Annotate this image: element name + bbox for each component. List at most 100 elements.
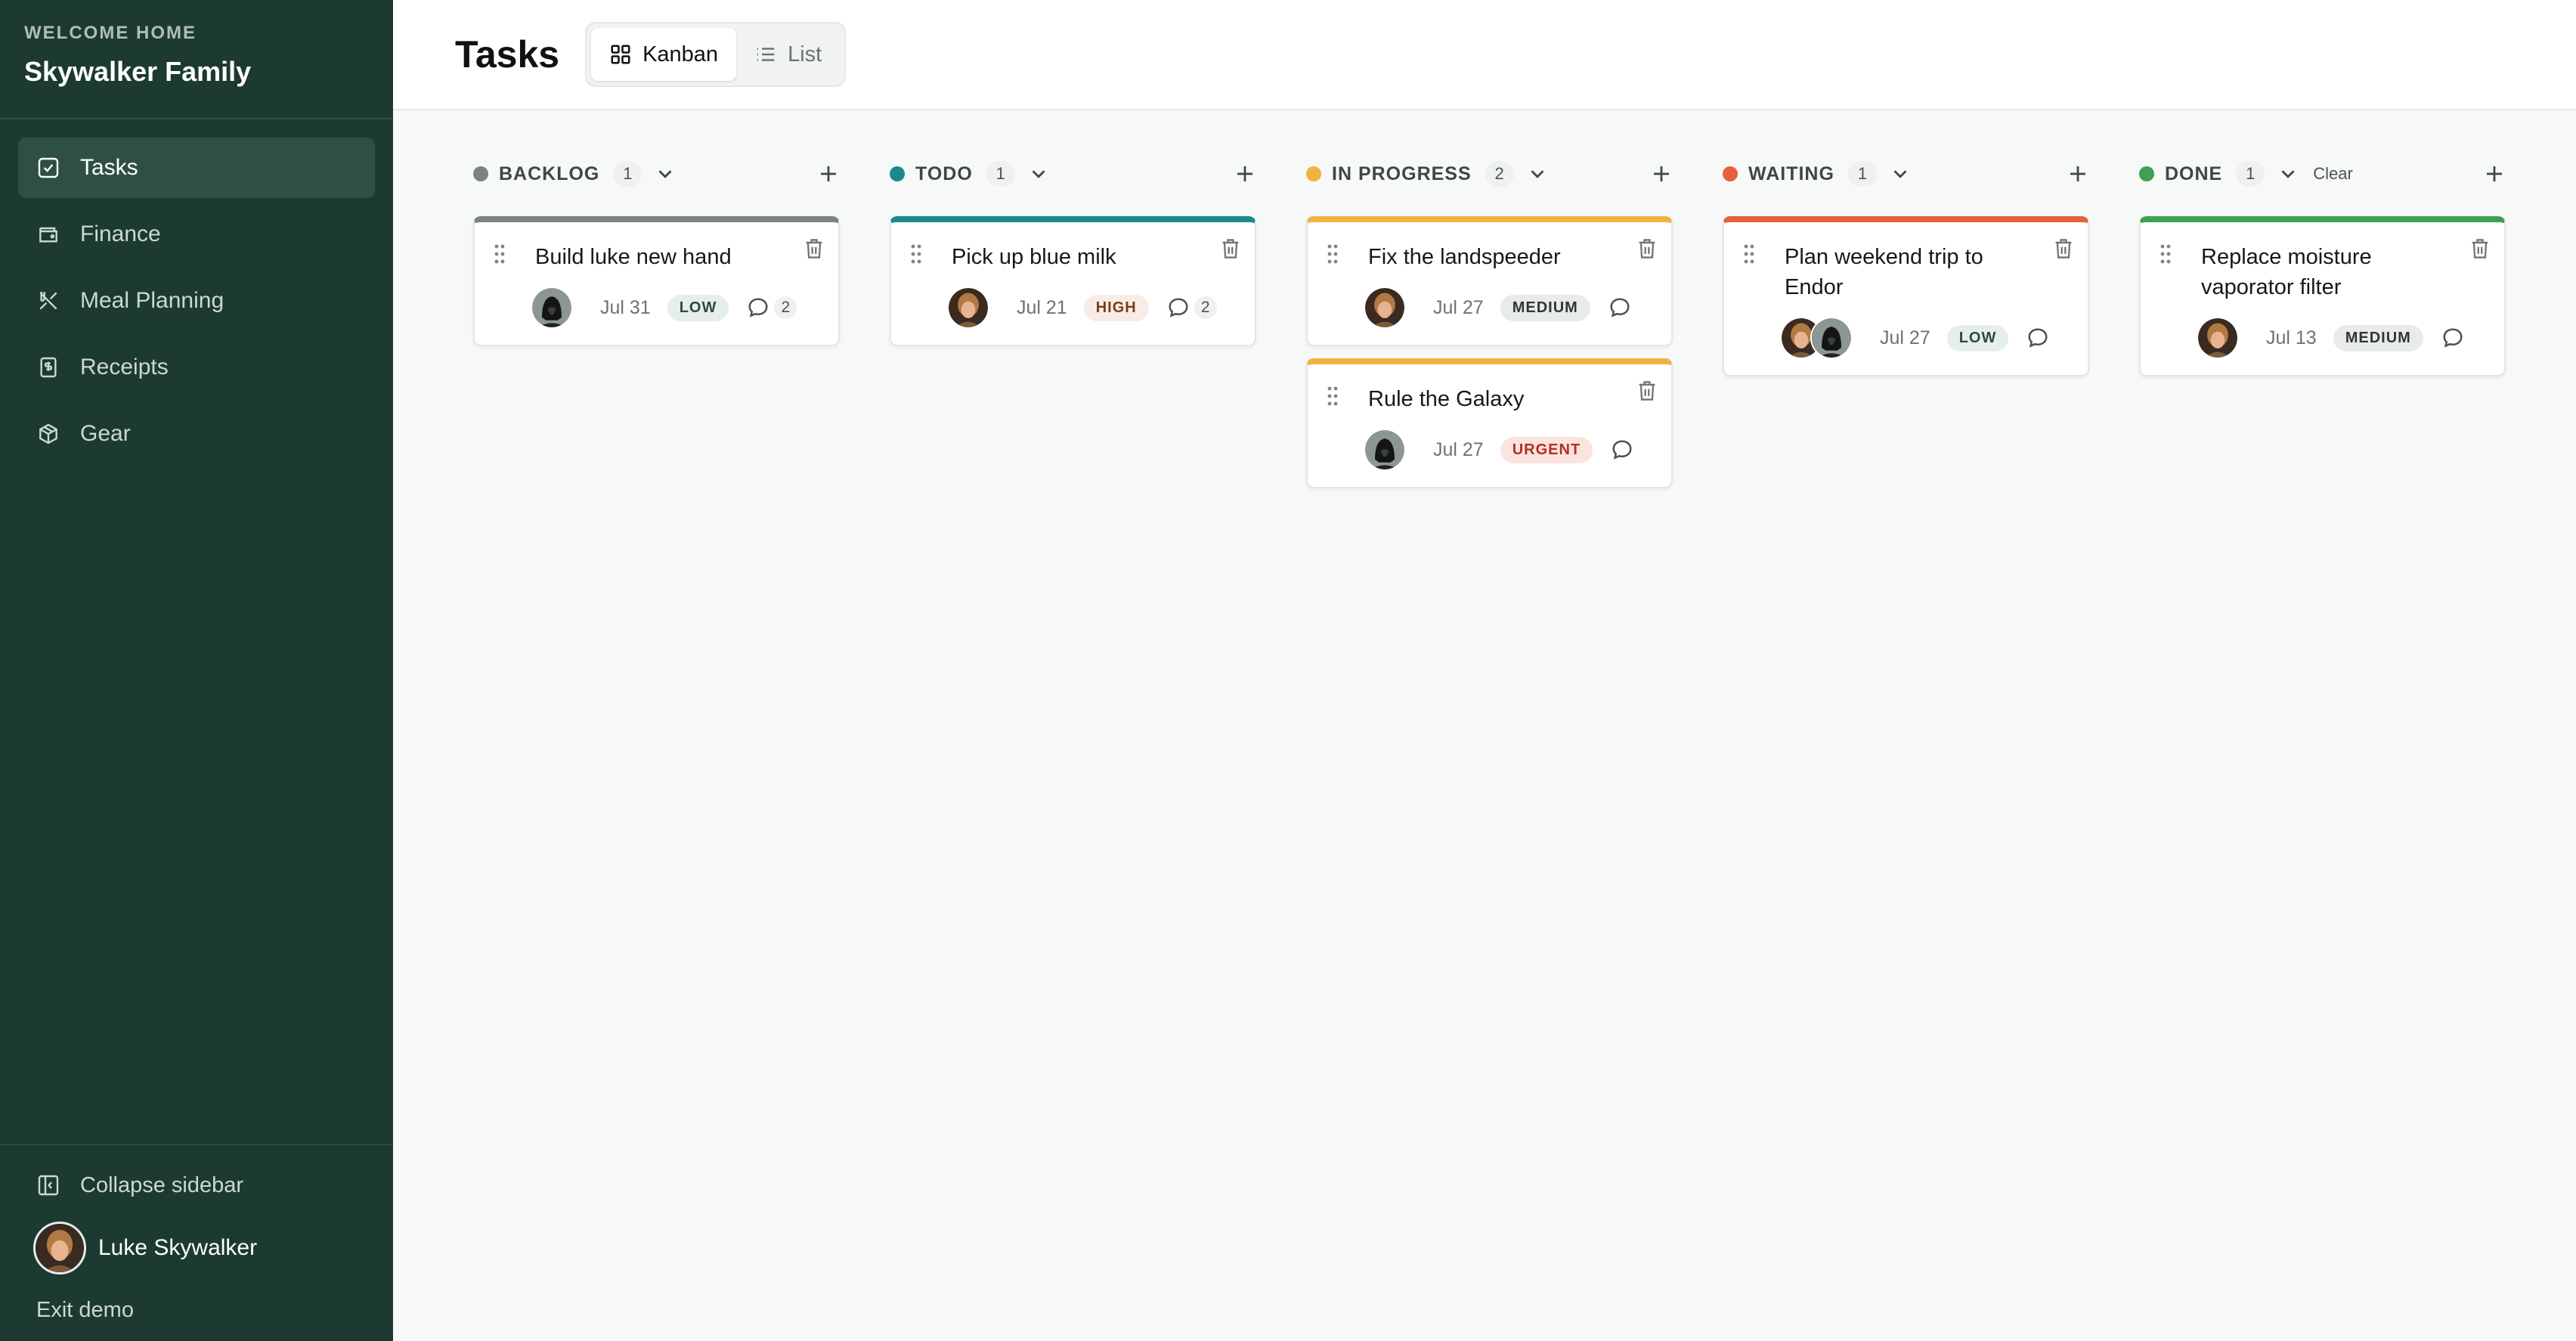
drag-handle-icon[interactable]	[1326, 386, 1339, 407]
trash-icon[interactable]	[803, 237, 825, 260]
task-card[interactable]: Rule the Galaxy Jul 27 URGENT	[1306, 358, 1673, 488]
due-date: Jul 27	[1433, 438, 1484, 460]
assignees	[1780, 317, 1853, 359]
user-profile[interactable]: Luke Skywalker	[18, 1212, 375, 1284]
sidebar-item-tasks[interactable]: Tasks	[18, 138, 375, 198]
kanban-view-button[interactable]: Kanban	[591, 28, 737, 81]
column-count: 1	[613, 161, 642, 187]
chevron-down-icon[interactable]	[1889, 163, 1912, 185]
trash-icon[interactable]	[2053, 237, 2074, 260]
drag-handle-icon[interactable]	[909, 243, 923, 265]
collapse-panel-icon	[38, 1175, 59, 1196]
receipt-icon	[40, 357, 57, 378]
chevron-down-icon[interactable]	[1027, 163, 1050, 185]
sidebar-item-meal-planning[interactable]: Meal Planning	[18, 271, 375, 331]
comments-button[interactable]	[2026, 327, 2049, 349]
column-title: WAITING	[1748, 163, 1834, 184]
add-task-button[interactable]	[1650, 163, 1673, 185]
avatar	[1810, 317, 1853, 359]
task-card[interactable]: Plan weekend trip to Endor Jul 27 LOW	[1723, 216, 2089, 376]
priority-badge: HIGH	[1083, 294, 1149, 321]
task-meta: Jul 27 LOW	[1780, 316, 2073, 360]
due-date: Jul 13	[2266, 327, 2317, 348]
page-title: Tasks	[455, 33, 560, 76]
add-task-button[interactable]	[2483, 163, 2506, 185]
sidebar-item-finance[interactable]: Finance	[18, 204, 375, 265]
comments-button[interactable]: 2	[747, 296, 797, 319]
sidebar-item-label: Meal Planning	[80, 288, 224, 313]
family-name: Skywalker Family	[24, 56, 252, 87]
sidebar-item-receipts[interactable]: Receipts	[18, 337, 375, 398]
priority-badge: LOW	[667, 294, 729, 321]
avatar	[2197, 317, 2239, 359]
sidebar-nav: Tasks Finance Meal Planning Receipts Gea…	[0, 119, 393, 488]
task-meta: Jul 31 LOW 2	[531, 286, 823, 330]
comment-icon	[747, 296, 769, 319]
priority-badge: LOW	[1946, 324, 2009, 352]
drag-handle-icon[interactable]	[1742, 243, 1756, 265]
sidebar-item-gear[interactable]: Gear	[18, 404, 375, 464]
comments-button[interactable]	[2441, 327, 2464, 349]
comment-icon	[2441, 327, 2464, 349]
clear-done-button[interactable]: Clear	[2313, 164, 2353, 184]
status-dot	[1723, 166, 1738, 181]
assignees	[947, 286, 989, 329]
drag-handle-icon[interactable]	[2159, 243, 2172, 265]
avatar	[33, 1222, 86, 1274]
list-icon	[757, 48, 775, 61]
comments-button[interactable]	[1608, 296, 1631, 319]
trash-icon[interactable]	[1636, 237, 1658, 260]
task-card[interactable]: Build luke new hand Jul 31 LOW 2	[473, 216, 840, 346]
column-done: DONE 1 Clear Replace moisture vaporator …	[2139, 151, 2506, 500]
priority-badge: URGENT	[1500, 436, 1593, 463]
task-card[interactable]: Fix the landspeeder Jul 27 MEDIUM	[1306, 216, 1673, 346]
trash-icon[interactable]	[2469, 237, 2491, 260]
comments-button[interactable]: 2	[1167, 296, 1217, 319]
add-task-button[interactable]	[817, 163, 840, 185]
list-view-button[interactable]: List	[736, 28, 840, 81]
exit-demo-link[interactable]: Exit demo	[18, 1284, 375, 1323]
sidebar-item-label: Tasks	[80, 155, 138, 180]
column-backlog: BACKLOG 1 Build luke new hand Jul 31 LOW	[473, 151, 840, 500]
column-title: IN PROGRESS	[1332, 163, 1472, 184]
status-dot	[2139, 166, 2154, 181]
column-title: TODO	[915, 163, 973, 184]
column-header: TODO 1	[890, 151, 1256, 197]
comment-icon	[1167, 296, 1190, 319]
add-task-button[interactable]	[2067, 163, 2089, 185]
utensils-icon	[39, 292, 57, 310]
kanban-board: BACKLOG 1 Build luke new hand Jul 31 LOW	[393, 110, 2576, 500]
comment-icon	[1611, 438, 1633, 461]
status-dot	[890, 166, 905, 181]
grid-icon	[611, 45, 630, 64]
avatar	[947, 286, 989, 329]
drag-handle-icon[interactable]	[493, 243, 506, 265]
column-header: DONE 1 Clear	[2139, 151, 2506, 197]
status-dot	[473, 166, 488, 181]
chevron-down-icon[interactable]	[2277, 163, 2299, 185]
avatar	[531, 286, 573, 329]
task-title: Fix the landspeeder	[1368, 245, 1561, 269]
task-card[interactable]: Pick up blue milk Jul 21 HIGH 2	[890, 216, 1256, 346]
task-meta: Jul 13 MEDIUM	[2197, 316, 2489, 360]
column-title: BACKLOG	[499, 163, 600, 184]
task-card[interactable]: Replace moisture vaporator filter Jul 13…	[2139, 216, 2506, 376]
add-task-button[interactable]	[1234, 163, 1256, 185]
chevron-down-icon[interactable]	[1526, 163, 1549, 185]
priority-badge: MEDIUM	[1500, 294, 1590, 321]
trash-icon[interactable]	[1220, 237, 1241, 260]
due-date: Jul 27	[1433, 296, 1484, 318]
comment-icon	[2026, 327, 2049, 349]
comments-button[interactable]	[1611, 438, 1633, 461]
column-count: 1	[2236, 161, 2265, 187]
column-header: IN PROGRESS 2	[1306, 151, 1673, 197]
trash-icon[interactable]	[1636, 379, 1658, 402]
task-meta: Jul 27 URGENT	[1364, 428, 1656, 472]
drag-handle-icon[interactable]	[1326, 243, 1339, 265]
column-header: BACKLOG 1	[473, 151, 840, 197]
sidebar-item-label: Gear	[80, 421, 131, 446]
avatar	[1364, 429, 1406, 471]
sidebar-footer: Collapse sidebar Luke Skywalker Exit dem…	[0, 1144, 393, 1341]
chevron-down-icon[interactable]	[654, 163, 677, 185]
collapse-sidebar-button[interactable]: Collapse sidebar	[18, 1159, 375, 1212]
